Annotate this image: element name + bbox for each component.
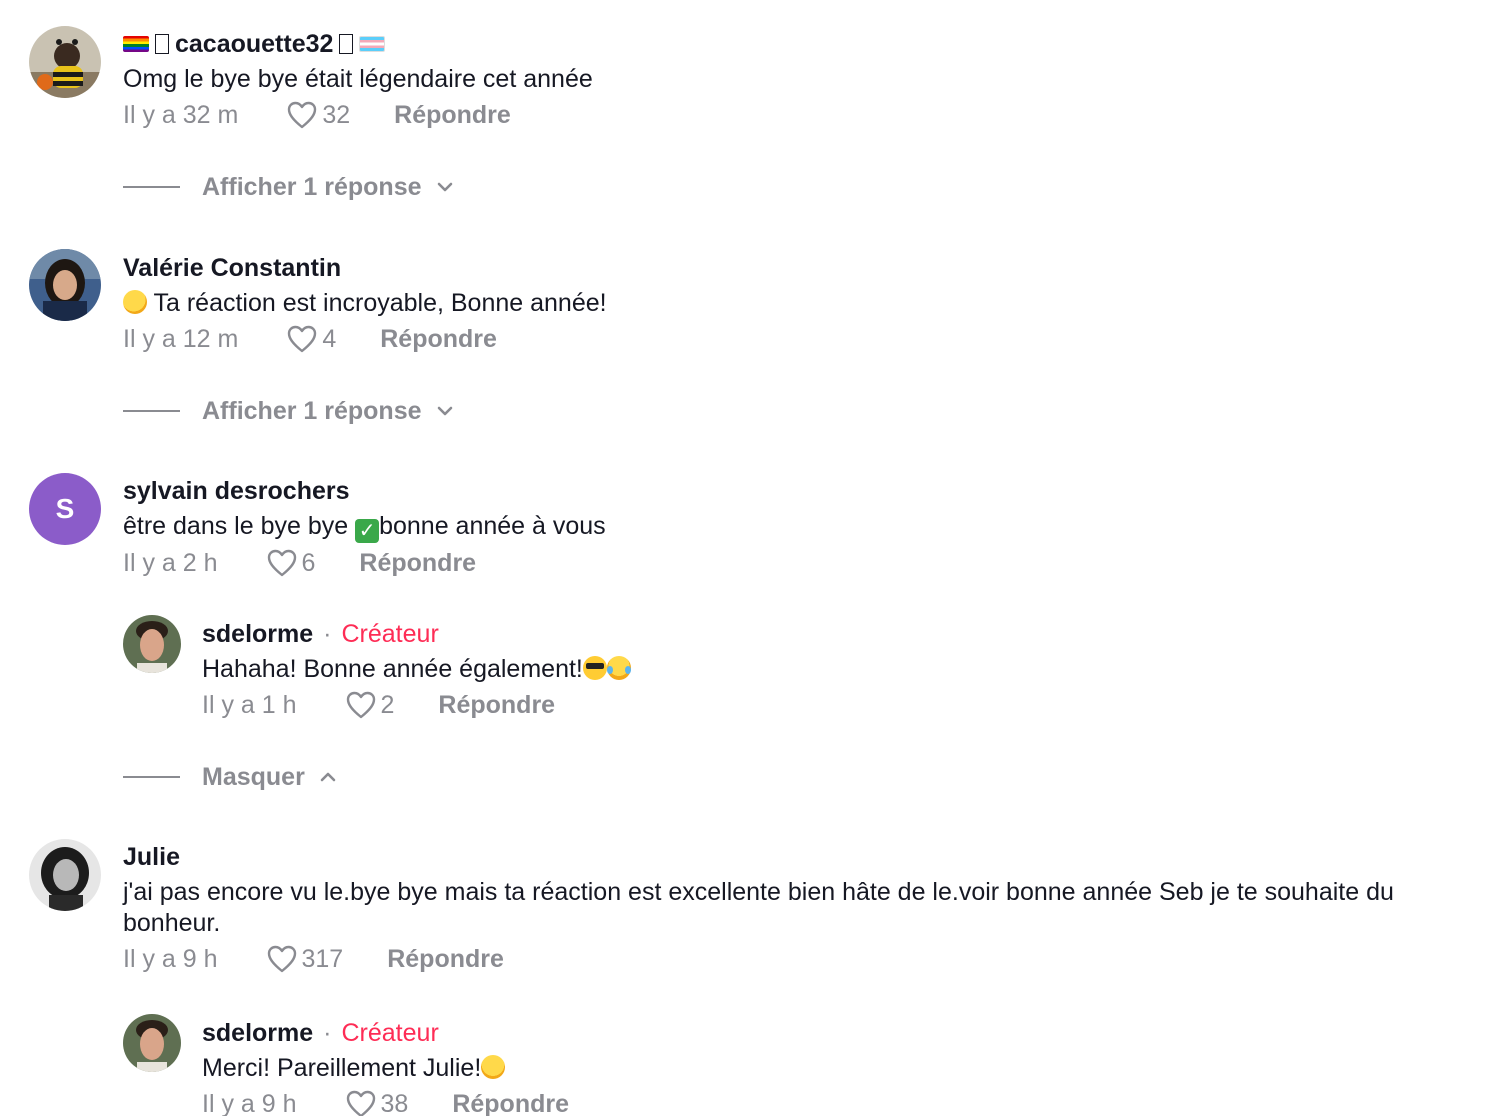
- like-button[interactable]: 32: [286, 100, 350, 130]
- reply-text-body: Hahaha! Bonne année également!: [202, 655, 583, 683]
- view-replies-button[interactable]: Afficher 1 réponse: [123, 171, 456, 203]
- reply-username[interactable]: sdelorme · Créateur: [202, 1017, 569, 1049]
- avatar[interactable]: [29, 26, 101, 98]
- avatar-image: [29, 839, 101, 911]
- avatar[interactable]: [29, 839, 101, 911]
- comment-item: cacaouette32 Omg le bye bye était légend…: [123, 28, 593, 133]
- smiling-face-icon: [481, 1055, 506, 1079]
- reply-button[interactable]: Répondre: [387, 945, 504, 974]
- username-text: sdelorme: [202, 1019, 314, 1047]
- like-button[interactable]: 4: [286, 324, 336, 354]
- divider: [123, 776, 180, 778]
- reply-button[interactable]: Répondre: [438, 691, 555, 720]
- avatar-letter: S: [55, 493, 75, 524]
- sunglasses-face-icon: [582, 656, 607, 680]
- comment-item: Julie j'ai pas encore vu le.bye bye mais…: [123, 841, 1473, 977]
- creator-badge: Créateur: [341, 620, 439, 648]
- smiling-face-with-hearts-icon: [123, 290, 147, 314]
- check-mark-icon: ✓: [355, 519, 380, 543]
- like-count: 38: [380, 1089, 409, 1116]
- heart-icon: [346, 691, 375, 719]
- like-count: 6: [301, 548, 316, 577]
- comment-text-part: bonne année à vous: [379, 512, 606, 540]
- comment-username[interactable]: Julie: [123, 841, 1473, 873]
- avatar-image: [123, 615, 181, 673]
- reply-time: Il y a 1 h: [202, 690, 297, 719]
- reply-username[interactable]: sdelorme · Créateur: [202, 618, 631, 650]
- unknown-glyph-icon: [339, 34, 354, 54]
- like-button[interactable]: 6: [266, 548, 316, 578]
- comment-meta: Il y a 2 h 6 Répondre: [123, 545, 606, 581]
- comment-text-body: Ta réaction est incroyable, Bonne année!: [153, 289, 607, 317]
- reply-button[interactable]: Répondre: [452, 1090, 569, 1116]
- heart-icon: [267, 549, 296, 577]
- comment-text: j'ai pas encore vu le.bye bye mais ta ré…: [123, 878, 1394, 937]
- reply-text-body: Merci! Pareillement Julie!: [202, 1054, 482, 1082]
- like-count: 317: [301, 944, 344, 973]
- chevron-down-icon: [437, 182, 452, 192]
- avatar-image: [123, 1014, 181, 1072]
- comment-time: Il y a 12 m: [123, 324, 239, 353]
- comment-text: Ta réaction est incroyable, Bonne année!: [123, 288, 607, 319]
- like-count: 4: [322, 324, 337, 353]
- username-text: cacaouette32: [175, 30, 334, 58]
- comment-meta: Il y a 12 m 4 Répondre: [123, 321, 607, 357]
- reply-button[interactable]: Répondre: [394, 101, 511, 130]
- comment-text-part: être dans le bye bye: [123, 512, 356, 540]
- reply-item: sdelorme · Créateur Merci! Pareillement …: [202, 1017, 569, 1116]
- view-replies-label: Afficher 1 réponse: [202, 396, 422, 425]
- separator-dot: ·: [323, 1019, 332, 1047]
- chevron-down-icon: [437, 406, 452, 416]
- comment-text: Omg le bye bye était légendaire cet anné…: [123, 65, 593, 93]
- like-button[interactable]: 38: [345, 1089, 409, 1116]
- unknown-glyph-icon: [155, 34, 169, 54]
- comment-time: Il y a 32 m: [123, 100, 239, 129]
- comment-meta: Il y a 9 h 317 Répondre: [123, 941, 1473, 977]
- divider: [123, 186, 180, 188]
- reply-button[interactable]: Répondre: [359, 549, 476, 578]
- heart-icon: [288, 101, 317, 129]
- comment-item: Valérie Constantin Ta réaction est incro…: [123, 252, 607, 357]
- like-count: 2: [380, 690, 395, 719]
- avatar[interactable]: [29, 249, 101, 321]
- avatar-image: [29, 249, 101, 321]
- comment-item: sylvain desrochers être dans le bye bye …: [123, 475, 606, 581]
- view-replies-label: Afficher 1 réponse: [202, 172, 422, 201]
- reply-text: Hahaha! Bonne année également!: [202, 654, 631, 685]
- reply-time: Il y a 9 h: [202, 1089, 297, 1116]
- divider: [123, 410, 180, 412]
- hide-replies-button[interactable]: Masquer: [123, 761, 339, 793]
- avatar[interactable]: S: [29, 473, 101, 545]
- heart-icon: [267, 945, 296, 973]
- username-text: sdelorme: [202, 620, 314, 648]
- like-button[interactable]: 317: [266, 944, 344, 974]
- hide-replies-label: Masquer: [202, 762, 305, 791]
- heart-icon: [346, 1090, 375, 1116]
- tears-of-joy-icon: [606, 656, 631, 680]
- rainbow-flag-icon: [123, 36, 149, 52]
- chevron-up-icon: [320, 772, 336, 782]
- comment-text: être dans le bye bye ✓ bonne année à vous: [123, 511, 606, 543]
- comment-time: Il y a 2 h: [123, 548, 218, 577]
- avatar-image: [29, 26, 101, 98]
- reply-item: sdelorme · Créateur Hahaha! Bonne année …: [202, 618, 631, 723]
- creator-badge: Créateur: [341, 1019, 439, 1047]
- view-replies-button[interactable]: Afficher 1 réponse: [123, 395, 456, 427]
- separator-dot: ·: [323, 620, 332, 648]
- reply-meta: Il y a 1 h 2 Répondre: [202, 687, 631, 723]
- reply-button[interactable]: Répondre: [380, 325, 497, 354]
- comment-username[interactable]: cacaouette32: [123, 28, 593, 60]
- reply-meta: Il y a 9 h 38 Répondre: [202, 1086, 569, 1116]
- avatar[interactable]: [123, 615, 181, 673]
- like-button[interactable]: 2: [345, 690, 395, 720]
- trans-flag-icon: [359, 36, 386, 52]
- heart-icon: [288, 325, 317, 353]
- comment-username[interactable]: Valérie Constantin: [123, 252, 607, 284]
- reply-text: Merci! Pareillement Julie!: [202, 1053, 569, 1084]
- like-count: 32: [322, 100, 351, 129]
- comment-time: Il y a 9 h: [123, 944, 218, 973]
- comment-meta: Il y a 32 m 32 Répondre: [123, 97, 593, 133]
- avatar[interactable]: [123, 1014, 181, 1072]
- comment-username[interactable]: sylvain desrochers: [123, 475, 606, 507]
